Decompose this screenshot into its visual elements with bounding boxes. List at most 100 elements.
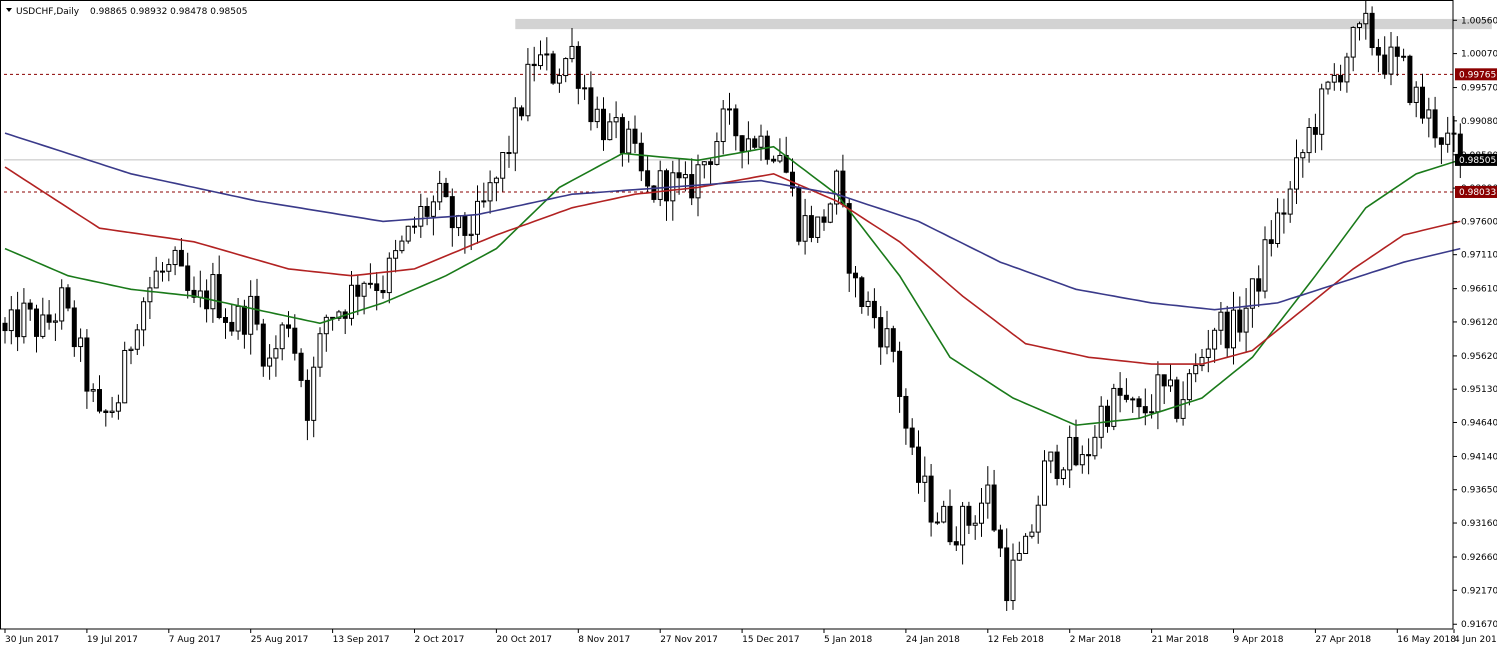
- candle-bull: [512, 107, 518, 154]
- candle-bull: [418, 206, 424, 227]
- candle-bear: [2, 322, 8, 332]
- candle-bear: [752, 138, 758, 148]
- candle-bull: [827, 203, 833, 223]
- x-tick-label: 13 Sep 2017: [333, 635, 390, 645]
- candle-bull: [1294, 157, 1299, 190]
- candle-bull: [1218, 311, 1224, 331]
- candle-bear: [1224, 311, 1230, 349]
- candle-bull: [412, 225, 417, 228]
- candle-bull: [1042, 460, 1047, 506]
- candle-bull: [1300, 152, 1306, 159]
- candle-bear: [298, 352, 304, 381]
- candle-bear: [840, 170, 846, 205]
- candle-bull: [456, 215, 462, 229]
- candle-bear: [424, 206, 430, 217]
- candle-bull: [1029, 531, 1035, 537]
- candle-bear: [71, 307, 77, 348]
- candle-bear: [216, 274, 222, 319]
- candle-bull: [8, 309, 14, 332]
- candle-bear: [953, 541, 959, 546]
- candle-bull: [122, 349, 128, 404]
- candle-bear: [871, 300, 877, 319]
- candle-bull: [248, 295, 254, 335]
- candle-bull: [563, 58, 569, 77]
- candle-bear: [449, 196, 455, 229]
- price-chart[interactable]: 1.005601.000700.995700.990800.985800.980…: [0, 0, 1497, 650]
- candle-bull: [1331, 74, 1337, 83]
- x-tick-label: 27 Nov 2017: [660, 635, 718, 645]
- candle-bear: [878, 317, 884, 348]
- candle-bear: [103, 410, 109, 413]
- candle-bear: [34, 308, 39, 337]
- candle-bull: [1344, 56, 1350, 83]
- candle-bull: [1010, 559, 1016, 602]
- candle-bull: [1306, 126, 1312, 154]
- x-tick-label: 15 Dec 2017: [742, 635, 800, 645]
- candle-bull: [941, 505, 947, 523]
- candle-bear: [733, 108, 739, 137]
- y-axis-ticks: 1.005601.000700.995700.990800.985800.980…: [1453, 16, 1497, 630]
- candle-bull: [1275, 212, 1281, 244]
- candle-bull: [657, 170, 663, 200]
- x-tick-label: 27 Apr 2018: [1315, 635, 1371, 645]
- candle-bull: [399, 240, 405, 252]
- candle-bull: [481, 200, 487, 203]
- title-dropdown-icon[interactable]: [6, 8, 12, 12]
- candle-bear: [632, 128, 638, 144]
- candle-bear: [223, 317, 228, 323]
- candle-bull: [802, 215, 808, 242]
- y-tick-label: 0.99080: [1461, 117, 1497, 127]
- candle-bull: [52, 320, 58, 323]
- candle-bull: [865, 300, 871, 308]
- candle-bull: [607, 121, 613, 141]
- current-price-label: 0.98505: [1459, 156, 1496, 166]
- candle-bear: [550, 53, 556, 84]
- candle-bull: [267, 357, 273, 367]
- y-tick-label: 0.92170: [1461, 586, 1497, 596]
- candle-bull: [210, 274, 216, 310]
- candle-bull: [582, 87, 588, 90]
- candle-bear: [1369, 12, 1375, 49]
- candle-bull: [90, 389, 96, 392]
- candle-bull: [701, 161, 707, 166]
- candle-bull: [323, 316, 329, 335]
- candle-bull: [317, 333, 323, 368]
- candle-bull: [1016, 552, 1022, 561]
- y-tick-label: 0.93160: [1461, 519, 1497, 529]
- candle-bear: [241, 305, 247, 335]
- candle-bull: [1186, 373, 1192, 401]
- candle-bull: [934, 521, 940, 524]
- x-tick-label: 21 Mar 2018: [1152, 635, 1209, 645]
- candle-bull: [59, 287, 65, 322]
- x-tick-label: 2 Oct 2017: [415, 635, 465, 645]
- candle-bull: [115, 402, 121, 412]
- candle-bull: [405, 225, 411, 242]
- candle-bear: [1054, 451, 1060, 479]
- candle-bull: [1413, 86, 1419, 103]
- candle-bull: [1035, 504, 1041, 533]
- candle-bear: [1256, 278, 1262, 292]
- candle-bear: [1281, 212, 1287, 215]
- y-tick-label: 0.99570: [1461, 84, 1497, 94]
- candle-bear: [260, 323, 266, 367]
- ohlc-header: 0.98865 0.98932 0.98478 0.98505: [90, 7, 247, 17]
- y-tick-label: 0.95130: [1461, 385, 1497, 395]
- candle-bear: [1105, 405, 1110, 427]
- y-tick-label: 0.95620: [1461, 352, 1497, 362]
- x-tick-label: 2 Mar 2018: [1070, 635, 1122, 645]
- x-axis-ticks: 30 Jun 2017 19 Jul 2017 7 Aug 2017 25 Aug 2…: [4, 629, 1497, 645]
- candle-bull: [556, 75, 562, 84]
- candle-bull: [727, 108, 732, 111]
- candle-bull: [172, 249, 178, 266]
- candle-bull: [147, 287, 153, 303]
- candle-bull: [1243, 307, 1249, 333]
- candle-bear: [708, 161, 714, 165]
- candle-bull: [1325, 81, 1331, 90]
- x-tick-label: 8 Nov 2017: [578, 635, 630, 645]
- candle-bull: [1130, 398, 1136, 401]
- chart-title: USDCHF,Daily 0.98865 0.98932 0.98478 0.9…: [6, 7, 247, 17]
- chart-area[interactable]: 1.005601.000700.995700.990800.985800.980…: [0, 0, 1497, 650]
- candle-bear: [909, 427, 915, 448]
- candle-bear: [619, 117, 625, 154]
- candle-bull: [1149, 411, 1155, 414]
